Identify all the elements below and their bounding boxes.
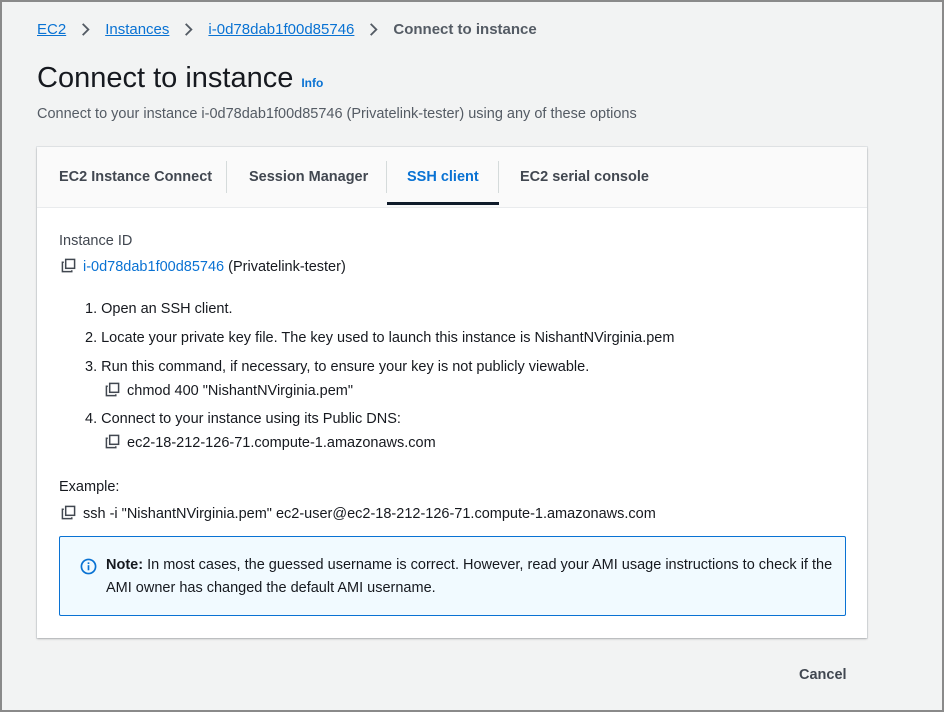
- tab-divider: [498, 161, 499, 193]
- step-3: 3. Run this command, if necessary, to en…: [85, 359, 590, 375]
- step-1: 1. Open an SSH client.: [85, 301, 233, 317]
- chmod-command: chmod 400 "NishantNVirginia.pem": [127, 383, 354, 399]
- chmod-command-row: chmod 400 "NishantNVirginia.pem": [105, 382, 353, 399]
- copy-icon[interactable]: [105, 382, 120, 397]
- alert-message: In most cases, the guessed username is c…: [106, 557, 833, 596]
- breadcrumb-current: Connect to instance: [393, 21, 537, 38]
- step-4: 4. Connect to your instance using its Pu…: [85, 411, 401, 427]
- copy-icon[interactable]: [61, 505, 76, 520]
- page-subtitle: Connect to your instance i-0d78dab1f00d8…: [37, 106, 637, 122]
- tab-ec2-serial-console[interactable]: EC2 serial console: [520, 147, 649, 207]
- chevron-right-icon: [82, 23, 90, 36]
- example-command-row: ssh -i "NishantNVirginia.pem" ec2-user@e…: [61, 505, 656, 522]
- breadcrumb-ec2[interactable]: EC2: [37, 21, 66, 38]
- cancel-button[interactable]: Cancel: [799, 667, 847, 683]
- instance-id-link[interactable]: i-0d78dab1f00d85746: [83, 259, 224, 275]
- tab-bar: EC2 Instance Connect Session Manager SSH…: [37, 147, 867, 208]
- breadcrumb-instance-id[interactable]: i-0d78dab1f00d85746: [208, 21, 354, 38]
- tab-divider: [226, 161, 227, 193]
- active-tab-indicator: [387, 202, 499, 205]
- connect-options-card: EC2 Instance Connect Session Manager SSH…: [37, 147, 867, 638]
- instance-name: (Privatelink-tester): [228, 259, 346, 275]
- page-title: Connect to instance: [37, 62, 294, 94]
- public-dns-row: ec2-18-212-126-71.compute-1.amazonaws.co…: [105, 434, 436, 451]
- page-title-row: Connect to instance Info: [37, 62, 323, 95]
- copy-icon[interactable]: [61, 258, 76, 273]
- tab-ec2-instance-connect[interactable]: EC2 Instance Connect: [59, 147, 212, 207]
- chevron-right-icon: [185, 23, 194, 36]
- chevron-right-icon: [370, 23, 379, 36]
- info-alert: Note: In most cases, the guessed usernam…: [59, 536, 846, 616]
- example-label: Example:: [59, 479, 120, 495]
- breadcrumb: EC2 Instances i-0d78dab1f00d85746 Connec…: [37, 21, 537, 38]
- instance-id-row: i-0d78dab1f00d85746 (Privatelink-tester): [61, 258, 346, 275]
- alert-text: Note: In most cases, the guessed usernam…: [106, 554, 836, 600]
- connect-to-instance-page: EC2 Instances i-0d78dab1f00d85746 Connec…: [0, 0, 944, 712]
- instance-id-label: Instance ID: [59, 233, 133, 249]
- info-circle-icon: [80, 558, 97, 575]
- alert-title: Note:: [106, 557, 144, 573]
- tab-session-manager[interactable]: Session Manager: [249, 147, 368, 207]
- example-command: ssh -i "NishantNVirginia.pem" ec2-user@e…: [83, 506, 656, 522]
- step-2: 2. Locate your private key file. The key…: [85, 330, 675, 346]
- tab-ssh-client[interactable]: SSH client: [407, 147, 479, 207]
- breadcrumb-instances[interactable]: Instances: [105, 21, 169, 38]
- public-dns: ec2-18-212-126-71.compute-1.amazonaws.co…: [127, 435, 436, 451]
- tab-divider: [386, 161, 387, 193]
- copy-icon[interactable]: [105, 434, 120, 449]
- info-link[interactable]: Info: [301, 76, 323, 90]
